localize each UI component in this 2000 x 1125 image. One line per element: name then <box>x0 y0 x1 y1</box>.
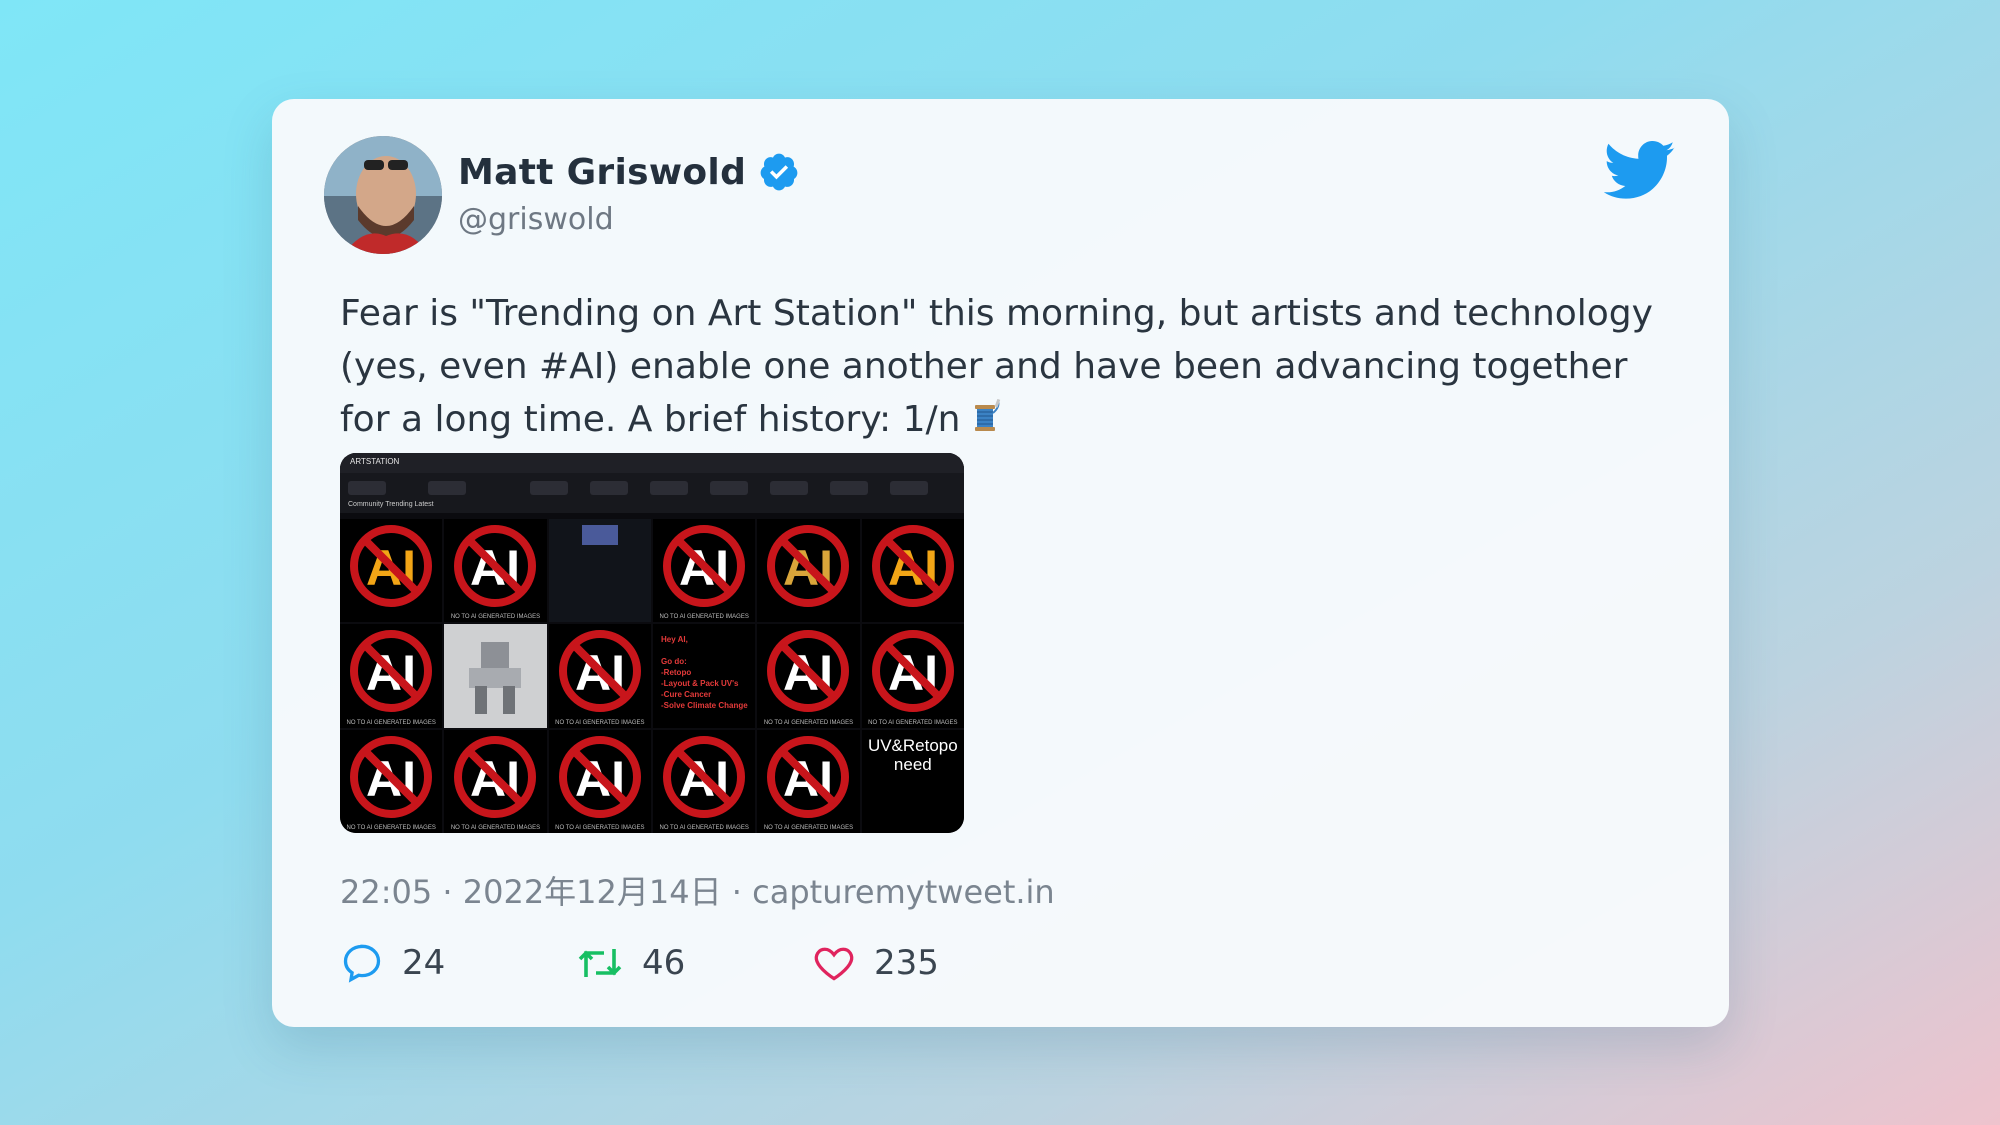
avatar[interactable] <box>324 136 442 254</box>
tile-caption: NO TO AI GENERATED IMAGES <box>555 719 645 726</box>
heart-icon <box>814 947 854 981</box>
user-handle[interactable]: @griswold <box>458 202 614 237</box>
media-grid: AI AINO TO AI GENERATED IMAGES AINO TO A… <box>340 519 964 833</box>
tweet-timestamp: 22:05 · 2022年12月14日 · capturemytweet.in <box>340 873 1055 911</box>
tweet-actions: 24 46 235 <box>340 941 1640 991</box>
no-ai-tile: AINO TO AI GENERATED IMAGES <box>340 624 443 728</box>
reply-action[interactable]: 24 <box>340 941 445 985</box>
tile-caption: NO TO AI GENERATED IMAGES <box>868 719 958 726</box>
tile-caption: NO TO AI GENERATED IMAGES <box>555 825 645 831</box>
tile-caption: NO TO AI GENERATED IMAGES <box>450 614 541 621</box>
no-ai-tile: AINO TO AI GENERATED IMAGES <box>444 519 547 623</box>
retweet-icon <box>578 949 622 977</box>
no-ai-tile: AI <box>861 519 964 623</box>
user-name-row: Matt Griswold <box>458 151 800 193</box>
user-name[interactable]: Matt Griswold <box>458 152 746 193</box>
tile-caption: NO TO AI GENERATED IMAGES <box>659 614 749 621</box>
tweet-card: Matt Griswold @griswold Fear is "Trendin… <box>272 99 1729 1027</box>
no-ai-tile: AINO TO AI GENERATED IMAGES <box>861 624 964 728</box>
artwork-tile <box>548 519 651 623</box>
tile-caption: NO TO AI GENERATED IMAGES <box>346 719 436 726</box>
no-ai-tile: AINO TO AI GENERATED IMAGES <box>653 519 756 623</box>
hey-ai-text: Hey AI, Go do: -Retopo -Layout & Pack UV… <box>661 635 748 711</box>
uv-retopo-text: UV&Retopo need <box>867 735 958 774</box>
tweet-text: Fear is "Trending on Art Station" this m… <box>340 287 1680 452</box>
retweet-count: 46 <box>642 943 686 983</box>
no-ai-tile: AINO TO AI GENERATED IMAGES <box>757 624 860 728</box>
twitter-bird-icon <box>1604 141 1675 199</box>
no-ai-tile: AINO TO AI GENERATED IMAGES <box>757 729 860 833</box>
like-count: 235 <box>874 943 939 983</box>
no-ai-tile: AINO TO AI GENERATED IMAGES <box>444 729 547 833</box>
robot-artwork-tile <box>444 624 547 728</box>
verified-badge-icon <box>760 153 798 191</box>
tile-caption: NO TO AI GENERATED IMAGES <box>659 825 749 831</box>
no-ai-tile: AINO TO AI GENERATED IMAGES <box>548 624 651 728</box>
hey-ai-text-tile: Hey AI, Go do: -Retopo -Layout & Pack UV… <box>653 624 756 728</box>
no-ai-tile: AINO TO AI GENERATED IMAGES <box>548 729 651 833</box>
no-ai-tile: AI <box>757 519 860 623</box>
artstation-tabs: Community Trending Latest <box>348 501 434 508</box>
no-ai-tile: AINO TO AI GENERATED IMAGES <box>653 729 756 833</box>
artstation-brand: ARTSTATION <box>350 457 400 466</box>
uv-retopo-tile: UV&Retopo need <box>861 729 964 833</box>
tile-caption: NO TO AI GENERATED IMAGES <box>763 825 854 831</box>
tile-caption: NO TO AI GENERATED IMAGES <box>763 719 854 726</box>
no-ai-tile: AINO TO AI GENERATED IMAGES <box>340 729 443 833</box>
tile-caption: NO TO AI GENERATED IMAGES <box>450 825 541 831</box>
retweet-action[interactable]: 46 <box>576 941 685 985</box>
like-action[interactable]: 235 <box>812 941 939 985</box>
artstation-header: ARTSTATION Community Trending Latest <box>340 453 964 513</box>
spool-of-thread-icon <box>966 398 1004 452</box>
tweet-media-image[interactable]: ARTSTATION Community Trending Latest AI … <box>340 453 964 833</box>
reply-icon <box>343 944 381 983</box>
tile-caption: NO TO AI GENERATED IMAGES <box>346 825 436 831</box>
reply-count: 24 <box>402 943 446 983</box>
no-ai-tile: AI <box>340 519 443 623</box>
